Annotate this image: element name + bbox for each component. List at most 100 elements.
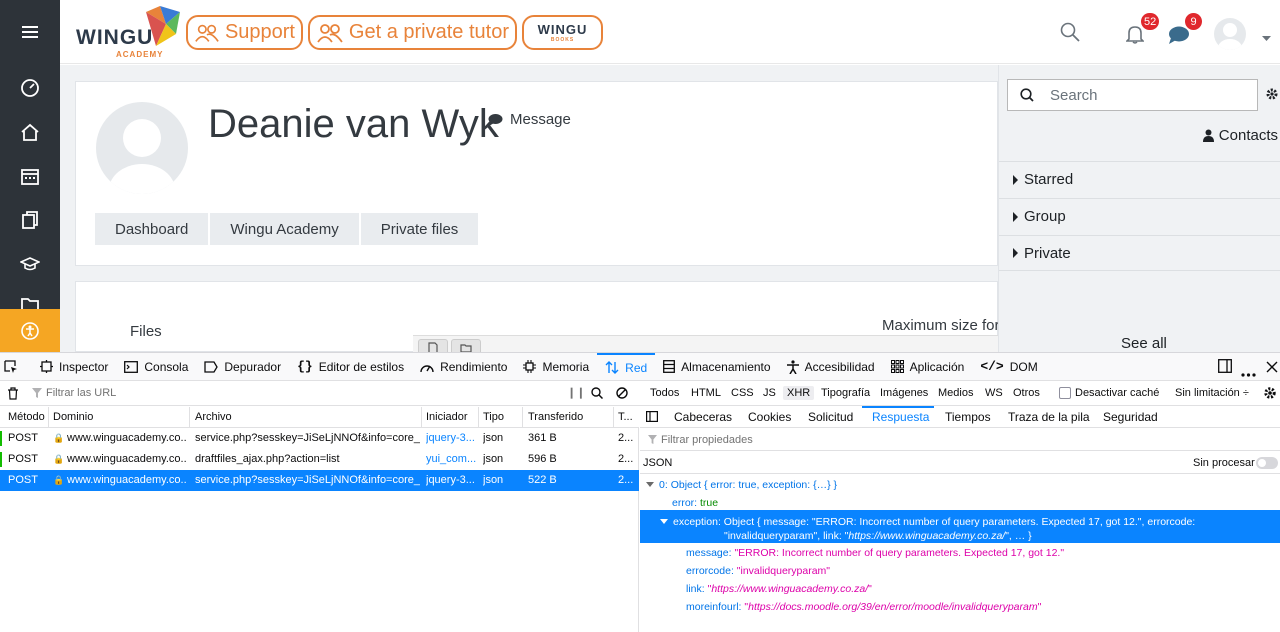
tab-accessibility[interactable]: Accesibilidad: [779, 353, 883, 381]
home-icon[interactable]: [16, 118, 44, 146]
search-icon[interactable]: [1060, 22, 1080, 47]
graduation-cap-icon[interactable]: [16, 250, 44, 278]
json-link-row[interactable]: link: "https://www.winguacademy.co.za/": [686, 583, 1280, 595]
json-link-value[interactable]: https://www.winguacademy.co.za/: [711, 583, 868, 595]
filter-all[interactable]: Todos: [646, 386, 683, 400]
filter-js[interactable]: JS: [759, 386, 780, 400]
tab-application[interactable]: Aplicación: [883, 353, 973, 381]
tab-headers[interactable]: Cabeceras: [674, 410, 732, 424]
tab-console[interactable]: Consola: [116, 353, 196, 381]
messages-bubble-icon[interactable]: [1168, 25, 1190, 50]
col-domain[interactable]: Dominio: [53, 411, 93, 423]
private-files-icon[interactable]: [16, 206, 44, 234]
json-error-row[interactable]: error: true: [672, 497, 1280, 509]
json-exception-row[interactable]: exception: Object { message: "ERROR: Inc…: [640, 510, 1280, 543]
gear-icon[interactable]: [1265, 87, 1279, 106]
filter-css[interactable]: CSS: [727, 386, 758, 400]
drawer-section-private[interactable]: Private: [999, 235, 1280, 271]
accessibility-icon[interactable]: [0, 309, 60, 352]
close-devtools-icon[interactable]: [1266, 360, 1278, 378]
table-header: Método Dominio Archivo Iniciador Tipo Tr…: [0, 407, 639, 428]
logo-subtext: ACADEMY: [116, 50, 164, 59]
caret-right-icon: [1013, 174, 1018, 185]
filter-xhr[interactable]: XHR: [783, 386, 815, 400]
private-tutor-button[interactable]: Get a private tutor: [308, 15, 517, 50]
tab-debugger[interactable]: Depurador: [196, 353, 289, 381]
throttling-select[interactable]: Sin limitación ÷: [1171, 386, 1253, 400]
section-label: Private: [1024, 244, 1071, 262]
tab-performance[interactable]: Rendimiento: [412, 353, 515, 381]
tab-style-editor[interactable]: {} Editor de estilos: [289, 353, 412, 381]
drawer-section-starred[interactable]: Starred: [999, 161, 1280, 197]
tab-memory[interactable]: Memoria: [515, 353, 597, 381]
drawer-search-input[interactable]: Search: [1007, 79, 1258, 111]
angle-brackets-icon: </>: [980, 359, 1004, 374]
filter-html[interactable]: HTML: [687, 386, 725, 400]
drawer-section-group[interactable]: Group: [999, 198, 1280, 234]
json-root-row[interactable]: 0: Object { error: true, exception: {…} …: [646, 479, 1280, 491]
pick-element-icon[interactable]: [0, 353, 32, 381]
wingu-academy-logo[interactable]: WINGU ACADEMY: [76, 6, 186, 60]
calendar-icon[interactable]: [16, 162, 44, 190]
json-message-row[interactable]: message: "ERROR: Incorrect number of que…: [686, 547, 1280, 559]
col-method[interactable]: Método: [8, 411, 45, 423]
row-transferred: 361 B: [528, 432, 557, 444]
hamburger-menu-icon[interactable]: [16, 18, 44, 46]
row-initiator[interactable]: jquery-3...: [426, 474, 478, 486]
col-type[interactable]: Tipo: [483, 411, 504, 423]
pause-icon[interactable]: ❙❙: [567, 386, 585, 399]
table-row[interactable]: POST 🔒 www.winguacademy.co.... service.p…: [0, 428, 639, 449]
tab-request[interactable]: Solicitud: [808, 410, 853, 424]
raw-toggle[interactable]: [1256, 457, 1278, 469]
col-initiator[interactable]: Iniciador: [426, 411, 468, 423]
disable-cache-checkbox[interactable]: [1059, 387, 1071, 399]
row-file: service.php?sesskey=JiSeLjNNOf&info=core…: [195, 432, 420, 444]
support-button[interactable]: Support: [186, 15, 303, 50]
block-icon[interactable]: [616, 387, 628, 402]
col-file[interactable]: Archivo: [195, 411, 232, 423]
json-key: exception:: [673, 516, 721, 528]
url-filter-input[interactable]: Filtrar las URL: [32, 387, 116, 399]
filter-fonts[interactable]: Tipografía: [817, 386, 874, 400]
filter-images[interactable]: Imágenes: [876, 386, 932, 400]
col-transferred[interactable]: Transferido: [528, 411, 583, 423]
see-all-link[interactable]: See all: [1121, 335, 1167, 352]
filter-ws[interactable]: WS: [981, 386, 1007, 400]
filter-other[interactable]: Otros: [1009, 386, 1044, 400]
more-options-icon[interactable]: [1241, 364, 1256, 382]
property-filter-input[interactable]: Filtrar propiedades: [640, 429, 1280, 451]
breadcrumb-wingu-academy[interactable]: Wingu Academy: [210, 213, 359, 245]
table-row-selected[interactable]: POST 🔒 www.winguacademy.co.... service.p…: [0, 470, 639, 491]
contacts-link[interactable]: Contacts: [1202, 127, 1278, 144]
user-avatar[interactable]: [1214, 18, 1246, 50]
tab-cookies[interactable]: Cookies: [748, 410, 791, 424]
tab-dom[interactable]: </> DOM: [972, 353, 1045, 381]
toggle-sidebar-icon[interactable]: [646, 411, 659, 425]
dashboard-gauge-icon[interactable]: [16, 74, 44, 102]
tab-inspector[interactable]: Inspector: [32, 353, 116, 381]
tab-timings[interactable]: Tiempos: [945, 410, 991, 424]
json-moreinfo-row[interactable]: moreinfourl: "https://docs.moodle.org/39…: [686, 601, 1280, 613]
message-button[interactable]: Message: [488, 111, 571, 128]
json-moreinfo-value[interactable]: https://docs.moodle.org/39/en/error/mood…: [748, 601, 1038, 613]
filter-media[interactable]: Medios: [934, 386, 977, 400]
debugger-icon: [204, 360, 219, 373]
notification-bell-icon[interactable]: [1125, 24, 1145, 49]
tab-security[interactable]: Seguridad: [1103, 410, 1158, 424]
tab-stack-trace[interactable]: Traza de la pila: [1008, 410, 1090, 424]
tab-network[interactable]: Red: [597, 352, 656, 381]
json-errorcode-row[interactable]: errorcode: "invalidqueryparam": [686, 565, 1280, 577]
col-time[interactable]: T...: [618, 411, 638, 423]
row-initiator[interactable]: yui_com...: [426, 453, 478, 465]
tab-storage[interactable]: Almacenamiento: [655, 353, 778, 381]
breadcrumb-dashboard[interactable]: Dashboard: [95, 213, 209, 245]
settings-gear-icon[interactable]: [1263, 386, 1277, 403]
table-row[interactable]: POST 🔒 www.winguacademy.co.... draftfile…: [0, 449, 639, 470]
dock-side-icon[interactable]: [1218, 359, 1232, 378]
row-initiator[interactable]: jquery-3...: [426, 432, 478, 444]
trash-icon[interactable]: [7, 387, 19, 403]
user-menu-caret-icon[interactable]: [1262, 29, 1271, 47]
search-icon[interactable]: [591, 387, 604, 402]
tab-response[interactable]: Respuesta: [872, 410, 929, 424]
wingu-books-button[interactable]: WINGU BOOKS: [522, 15, 603, 50]
